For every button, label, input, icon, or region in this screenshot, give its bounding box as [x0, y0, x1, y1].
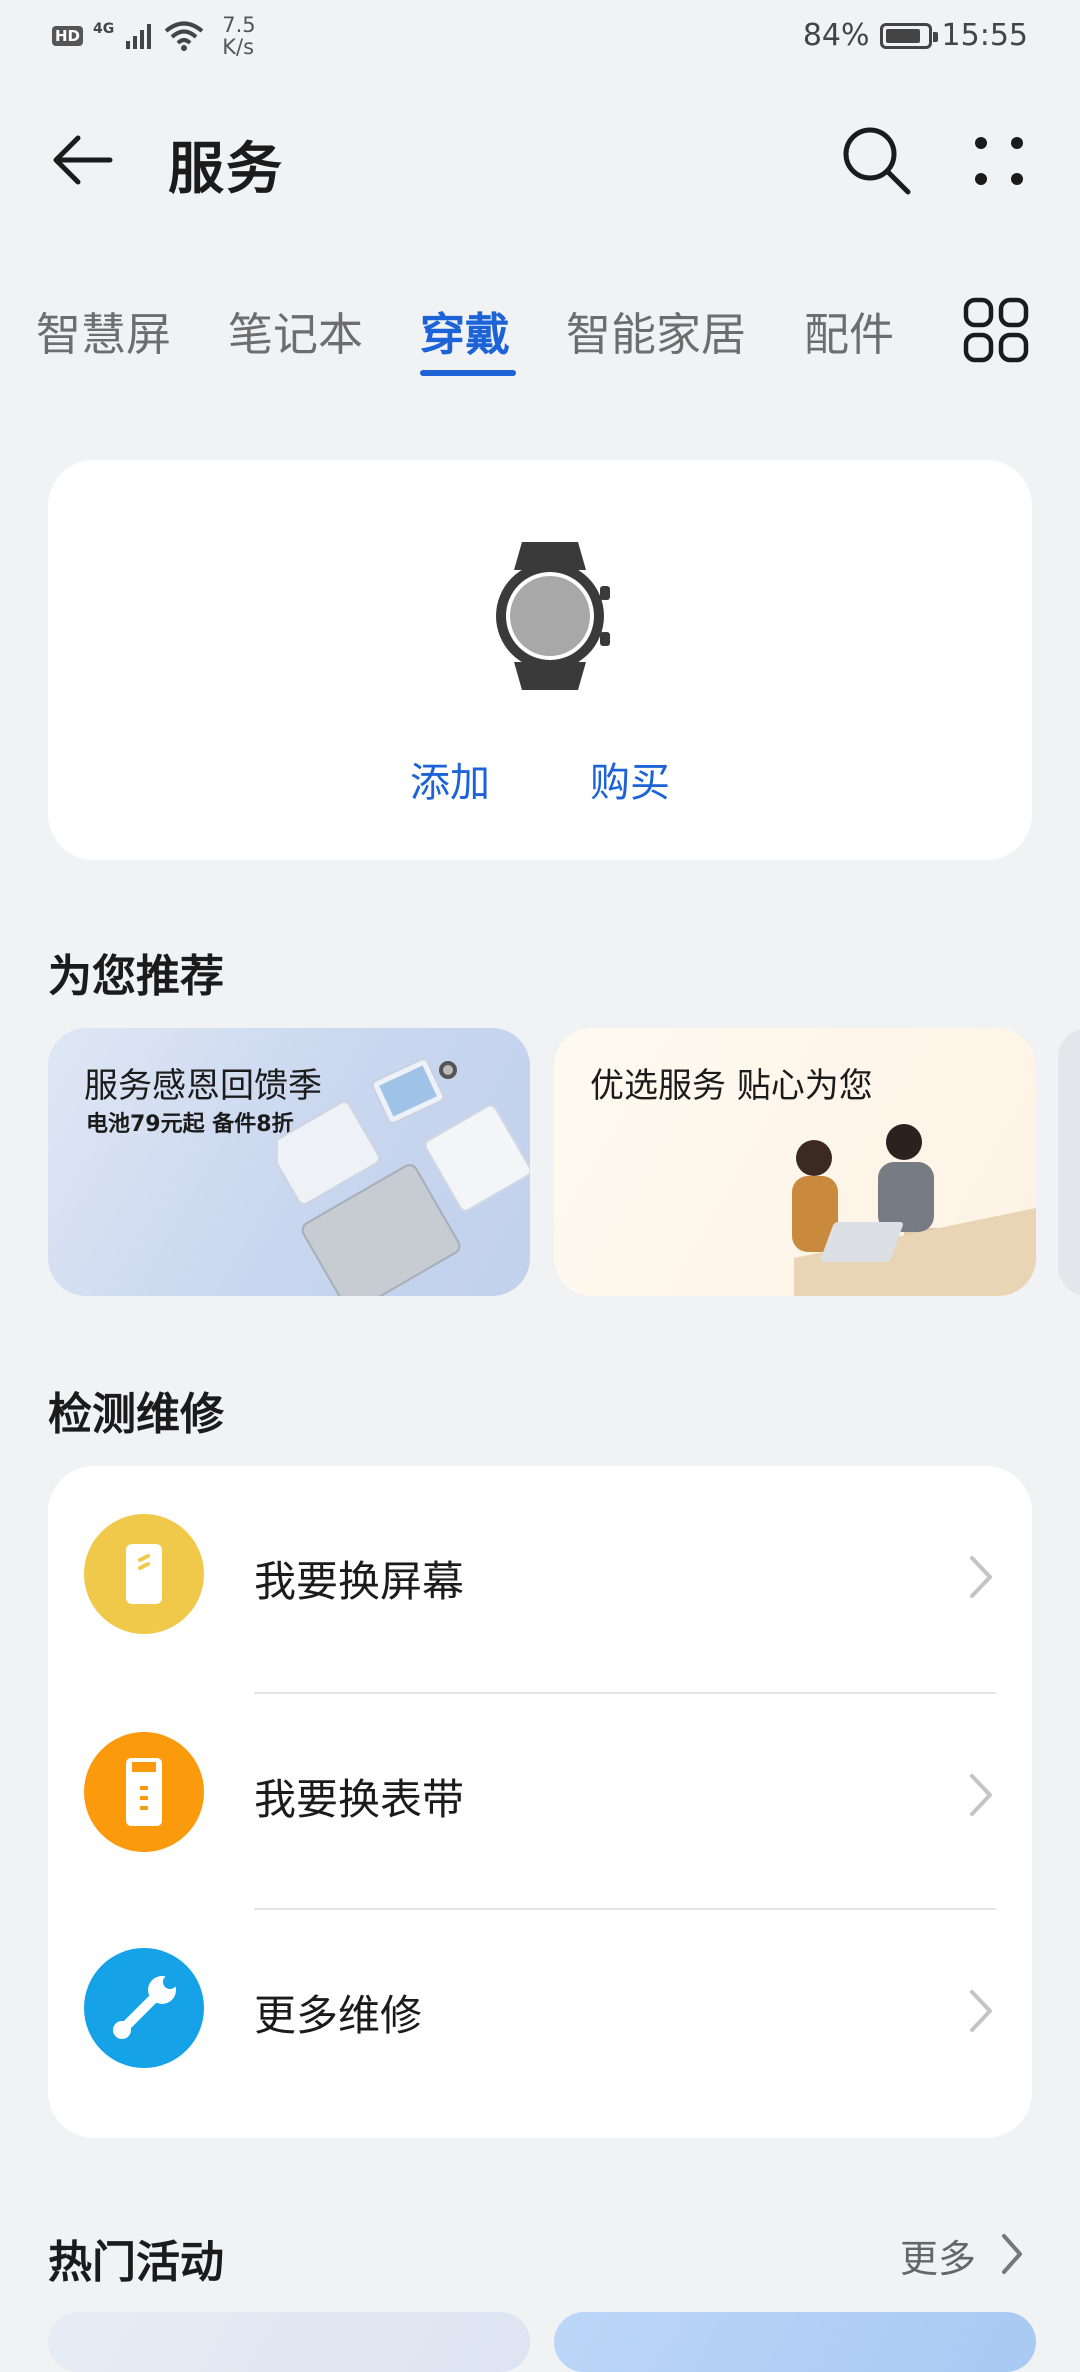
promo-banner-service[interactable]: 优选服务 贴心为您 — [554, 1028, 1036, 1296]
banner-title: 优选服务 贴心为您 — [590, 1066, 873, 1106]
buy-device-button[interactable]: 购买 — [590, 750, 670, 808]
watch-strap-icon — [84, 1732, 204, 1852]
list-item-more-repair[interactable]: 更多维修 — [48, 1900, 1032, 2116]
promo-banner-gratitude[interactable]: 服务感恩回馈季 电池79元起 备件8折 — [48, 1028, 530, 1296]
devices-illustration — [278, 1058, 530, 1296]
row-label: 更多维修 — [254, 1991, 423, 2040]
list-item-replace-strap[interactable]: 我要换表带 — [48, 1684, 1032, 1900]
hd-badge: HD — [52, 26, 84, 46]
smartwatch-icon — [496, 542, 610, 690]
battery-icon — [879, 22, 938, 49]
speed-unit: K/s — [222, 35, 255, 59]
activity-card-2[interactable] — [554, 2312, 1036, 2372]
promo-banner-peek[interactable] — [1058, 1028, 1080, 1296]
tab-smart-home[interactable]: 智能家居 — [566, 298, 746, 363]
add-device-button[interactable]: 添加 — [410, 750, 490, 808]
wifi-icon — [164, 21, 204, 51]
device-card: 添加 购买 — [48, 460, 1032, 860]
repair-list: 我要换屏幕 我要换表带 更多维修 — [48, 1466, 1032, 2138]
recommend-section-title: 为您推荐 — [48, 951, 224, 1002]
page-title: 服务 — [168, 137, 284, 202]
chevron-right-icon — [970, 1774, 992, 1816]
signal-icon — [126, 24, 152, 49]
status-right: 84% 15:55 — [803, 18, 1028, 53]
battery-percent: 84% — [802, 18, 870, 53]
list-item-replace-screen[interactable]: 我要换屏幕 — [48, 1466, 1032, 1682]
banner-subtitle: 电池79元起 备件8折 — [86, 1112, 294, 1137]
wrench-icon — [84, 1948, 204, 2068]
category-tabs: 智慧屏 笔记本 穿戴 智能家居 配件 — [0, 290, 1080, 390]
active-tab-indicator — [420, 370, 516, 376]
more-options-icon[interactable] — [964, 126, 1034, 196]
status-bar: HD 4G 7.5 K/s 84% 15:55 — [0, 0, 1080, 76]
phone-screen-icon — [84, 1514, 204, 1634]
speed-value: 7.5 — [222, 13, 256, 37]
row-label: 我要换表带 — [254, 1775, 465, 1824]
tab-wearables[interactable]: 穿戴 — [420, 298, 510, 363]
chevron-right-icon — [970, 1556, 992, 1598]
activity-card-1[interactable] — [48, 2312, 530, 2372]
status-left: HD 4G 7.5 K/s — [52, 14, 256, 58]
hot-activities-title: 热门活动 — [48, 2237, 224, 2288]
all-categories-icon[interactable] — [962, 296, 1030, 364]
clock: 15:55 — [941, 18, 1028, 53]
service-people-illustration — [792, 1124, 1036, 1296]
network-type: 4G — [93, 21, 115, 37]
chevron-right-icon — [970, 1990, 992, 2032]
tab-accessories[interactable]: 配件 — [804, 298, 894, 363]
app-header: 服务 — [0, 100, 1080, 220]
row-label: 我要换屏幕 — [254, 1557, 465, 1606]
repair-section-title: 检测维修 — [48, 1389, 224, 1440]
search-icon[interactable] — [838, 122, 914, 198]
network-speed: 7.5 K/s — [222, 14, 255, 58]
tab-notebook[interactable]: 笔记本 — [228, 298, 363, 363]
more-activities-link[interactable]: 更多 — [900, 2228, 976, 2283]
back-arrow-icon[interactable] — [48, 124, 120, 196]
chevron-right-icon[interactable] — [998, 2232, 1026, 2276]
tab-smart-screen[interactable]: 智慧屏 — [36, 298, 171, 363]
